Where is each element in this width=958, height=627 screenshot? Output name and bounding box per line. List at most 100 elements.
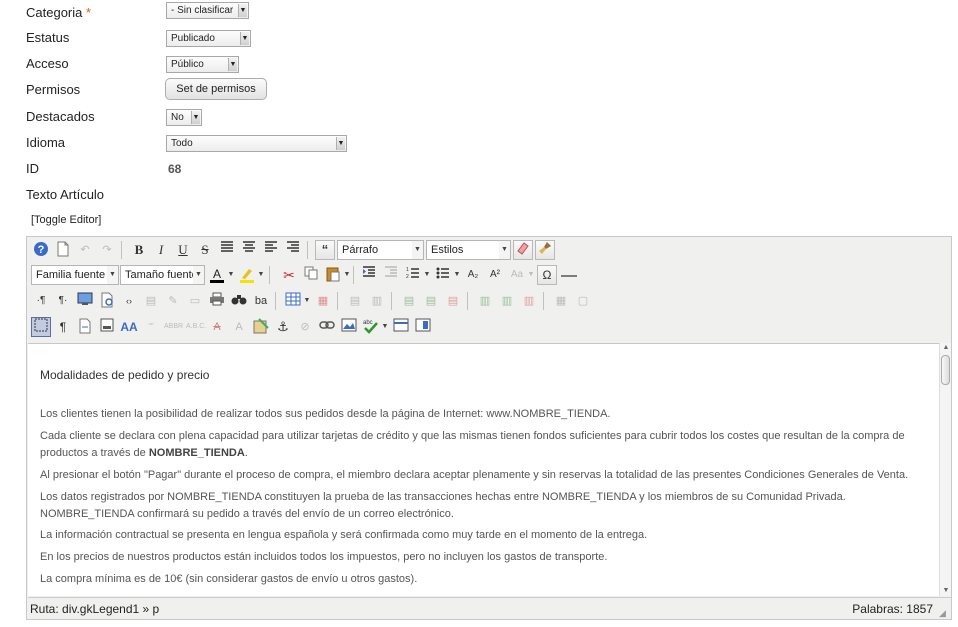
- styles-select[interactable]: Estilos ▼: [426, 240, 511, 260]
- unlink-icon[interactable]: ⊘: [295, 317, 315, 337]
- chevron-down-icon[interactable]: ▼: [343, 265, 351, 285]
- delete-row-icon[interactable]: ▤: [443, 291, 463, 311]
- chevron-down-icon[interactable]: ▼: [527, 265, 535, 285]
- row-after-icon[interactable]: ▤: [421, 291, 441, 311]
- underline-icon[interactable]: U: [173, 240, 193, 260]
- print-icon[interactable]: [207, 291, 227, 311]
- merge-cells-icon[interactable]: ▢: [573, 291, 593, 311]
- layer-icon[interactable]: [413, 317, 433, 337]
- col-after-icon[interactable]: ▥: [497, 291, 517, 311]
- acceso-select[interactable]: Público ▼: [166, 56, 239, 73]
- paste-icon[interactable]: [323, 265, 343, 285]
- preview-icon[interactable]: [97, 291, 117, 311]
- unordered-list-icon[interactable]: [433, 265, 453, 285]
- scroll-down-arrow-icon[interactable]: ▼: [940, 586, 952, 596]
- outdent-icon[interactable]: [381, 265, 401, 285]
- font-size-select[interactable]: Tamaño fuente ▼: [120, 265, 205, 285]
- cell-props-icon[interactable]: ▥: [367, 291, 387, 311]
- chevron-down-icon[interactable]: ▼: [257, 265, 265, 285]
- styleprops-icon[interactable]: AA: [119, 317, 139, 337]
- acronym-icon[interactable]: A.B.C.: [185, 317, 206, 337]
- row-before-icon[interactable]: ▤: [399, 291, 419, 311]
- insert-page-icon[interactable]: [75, 317, 95, 337]
- ins-icon[interactable]: A: [229, 317, 249, 337]
- indent-icon[interactable]: [359, 265, 379, 285]
- ltr-icon[interactable]: ·¶: [31, 291, 51, 311]
- toolbar-separator: [275, 292, 276, 310]
- del-icon[interactable]: A: [207, 317, 227, 337]
- highlight-icon[interactable]: [237, 265, 257, 285]
- blockquote-icon[interactable]: “: [315, 240, 335, 260]
- split-cells-icon[interactable]: ▦: [551, 291, 571, 311]
- pagebreak-icon[interactable]: [97, 317, 117, 337]
- code-icon[interactable]: ‹›: [119, 291, 139, 311]
- chevron-down-icon[interactable]: ▼: [303, 291, 311, 311]
- categoria-select[interactable]: - Sin clasificar ▼: [166, 2, 249, 19]
- font-color-icon[interactable]: A: [207, 265, 227, 285]
- align-left-icon[interactable]: [261, 240, 281, 260]
- template-insert-icon[interactable]: [391, 317, 411, 337]
- spellcheck-icon[interactable]: abc: [361, 317, 381, 337]
- estatus-label: Estatus: [26, 30, 70, 45]
- visual-chars-icon[interactable]: ¶: [53, 317, 73, 337]
- rtl-icon[interactable]: ¶·: [53, 291, 73, 311]
- fullscreen-icon[interactable]: [75, 291, 95, 311]
- copy-icon[interactable]: [301, 265, 321, 285]
- page-icon[interactable]: ▭: [185, 291, 205, 311]
- format-select[interactable]: Párrafo ▼: [337, 240, 424, 260]
- superscript-icon[interactable]: A²: [485, 265, 505, 285]
- abbr-icon[interactable]: ABBR: [163, 317, 183, 337]
- template-icon[interactable]: ▤: [141, 291, 161, 311]
- edit-icon[interactable]: ✎: [163, 291, 183, 311]
- align-justify-icon[interactable]: [217, 240, 237, 260]
- editor-vertical-scrollbar[interactable]: ▲ ▼: [939, 343, 951, 596]
- cleanup-brush-icon[interactable]: [535, 240, 555, 260]
- toolbar-separator: [269, 266, 270, 284]
- editor-content-area[interactable]: Modalidades de pedido y precio Los clien…: [28, 343, 939, 596]
- replace-icon[interactable]: ba: [251, 291, 271, 311]
- scroll-up-arrow-icon[interactable]: ▲: [940, 343, 952, 353]
- set-permisos-button[interactable]: Set de permisos: [165, 78, 267, 100]
- toggle-editor-link[interactable]: [Toggle Editor]: [31, 214, 101, 226]
- undo-icon[interactable]: ↶: [75, 240, 95, 260]
- italic-icon[interactable]: I: [151, 240, 171, 260]
- chevron-down-icon[interactable]: ▼: [227, 265, 235, 285]
- text-direction-icon[interactable]: Aa: [507, 265, 527, 285]
- special-char-icon[interactable]: Ω: [537, 265, 557, 285]
- chevron-down-icon[interactable]: ▼: [453, 265, 461, 285]
- cut-icon[interactable]: ✂: [279, 265, 299, 285]
- row-props-icon[interactable]: ▤: [345, 291, 365, 311]
- search-binoculars-icon[interactable]: [229, 291, 249, 311]
- destacados-select[interactable]: No ▼: [166, 109, 202, 126]
- bold-icon[interactable]: B: [129, 240, 149, 260]
- align-center-icon[interactable]: [239, 240, 259, 260]
- anchor-icon[interactable]: ⚓: [273, 317, 293, 337]
- cite-icon[interactable]: “”: [141, 317, 161, 337]
- redo-icon[interactable]: ↷: [97, 240, 117, 260]
- scrollbar-thumb[interactable]: [941, 355, 950, 385]
- estatus-select[interactable]: Publicado ▼: [166, 30, 251, 47]
- chevron-down-icon[interactable]: ▼: [381, 317, 389, 337]
- horizontal-rule-icon[interactable]: [559, 265, 579, 285]
- eraser-icon[interactable]: [513, 240, 533, 260]
- resize-grip-icon[interactable]: ◢: [939, 608, 949, 618]
- strikethrough-icon[interactable]: S: [195, 240, 215, 260]
- chevron-down-icon[interactable]: ▼: [423, 265, 431, 285]
- idioma-select[interactable]: Todo ▼: [166, 135, 347, 152]
- font-family-select[interactable]: Familia fuente ▼: [31, 265, 119, 285]
- show-blocks-icon[interactable]: [31, 317, 51, 337]
- subscript-icon[interactable]: A₂: [463, 265, 483, 285]
- editor-status-bar: Ruta: div.gkLegend1 » p Palabras: 1857 ◢: [28, 597, 951, 619]
- insert-table-icon[interactable]: [283, 291, 303, 311]
- col-before-icon[interactable]: ▥: [475, 291, 495, 311]
- new-document-icon[interactable]: [53, 240, 73, 260]
- delete-table-icon[interactable]: ▦: [313, 291, 333, 311]
- attribs-icon[interactable]: [251, 317, 271, 337]
- help-icon[interactable]: ?: [31, 240, 51, 260]
- delete-col-icon[interactable]: ▥: [519, 291, 539, 311]
- align-right-icon[interactable]: [283, 240, 303, 260]
- permisos-label: Permisos: [26, 82, 81, 97]
- image-icon[interactable]: [339, 317, 359, 337]
- link-icon[interactable]: [317, 317, 337, 337]
- ordered-list-icon[interactable]: 12: [403, 265, 423, 285]
